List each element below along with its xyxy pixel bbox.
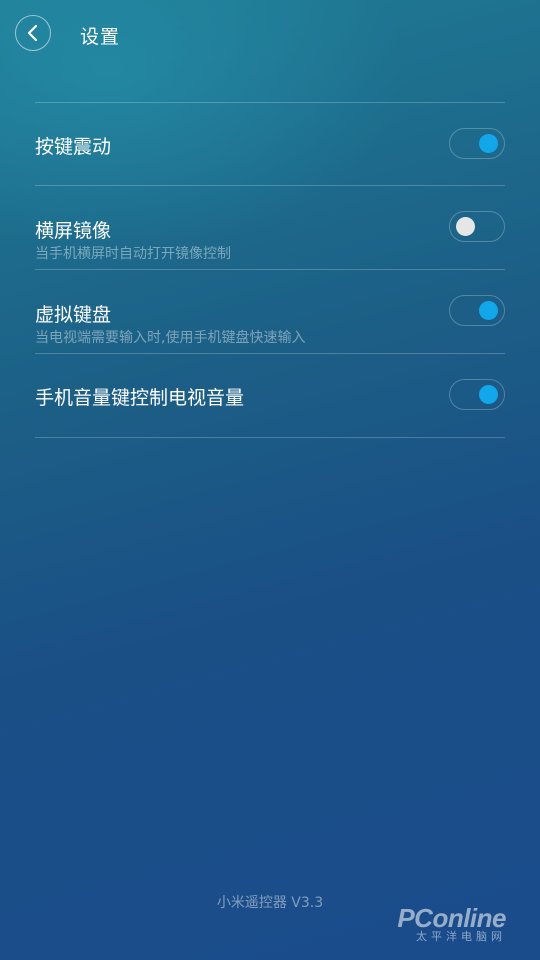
setting-title: 虚拟键盘: [35, 304, 112, 326]
toggle-knob: [456, 217, 475, 236]
page-title: 设置: [80, 26, 121, 48]
setting-title: 手机音量键控制电视音量: [35, 387, 245, 409]
toggle-knob: [479, 385, 498, 404]
setting-row-landscape-mirror[interactable]: 横屏镜像 当手机横屏时自动打开镜像控制: [35, 185, 505, 268]
setting-row-virtual-keyboard[interactable]: 虚拟键盘 当电视端需要输入时,使用手机键盘快速输入: [35, 269, 505, 352]
setting-row-key-vibration[interactable]: 按键震动: [35, 102, 505, 185]
setting-subtitle: 当电视端需要输入时,使用手机键盘快速输入: [35, 330, 306, 346]
setting-row-volume-key-control[interactable]: 手机音量键控制电视音量: [35, 353, 505, 436]
chevron-left-icon: [27, 24, 38, 42]
setting-subtitle: 当手机横屏时自动打开镜像控制: [35, 246, 231, 262]
toggle-knob: [479, 134, 498, 153]
volume-key-control-toggle[interactable]: [449, 379, 505, 410]
watermark-main: PConline: [397, 903, 506, 933]
setting-title: 按键震动: [35, 136, 112, 158]
virtual-keyboard-toggle[interactable]: [449, 295, 505, 326]
landscape-mirror-toggle[interactable]: [449, 211, 505, 242]
header: 设置: [0, 0, 540, 70]
setting-title: 横屏镜像: [35, 220, 112, 242]
divider: [35, 437, 505, 438]
watermark-logo: PConline 太平洋电脑网: [397, 905, 506, 943]
back-button[interactable]: [15, 15, 51, 51]
toggle-knob: [479, 301, 498, 320]
key-vibration-toggle[interactable]: [449, 128, 505, 159]
